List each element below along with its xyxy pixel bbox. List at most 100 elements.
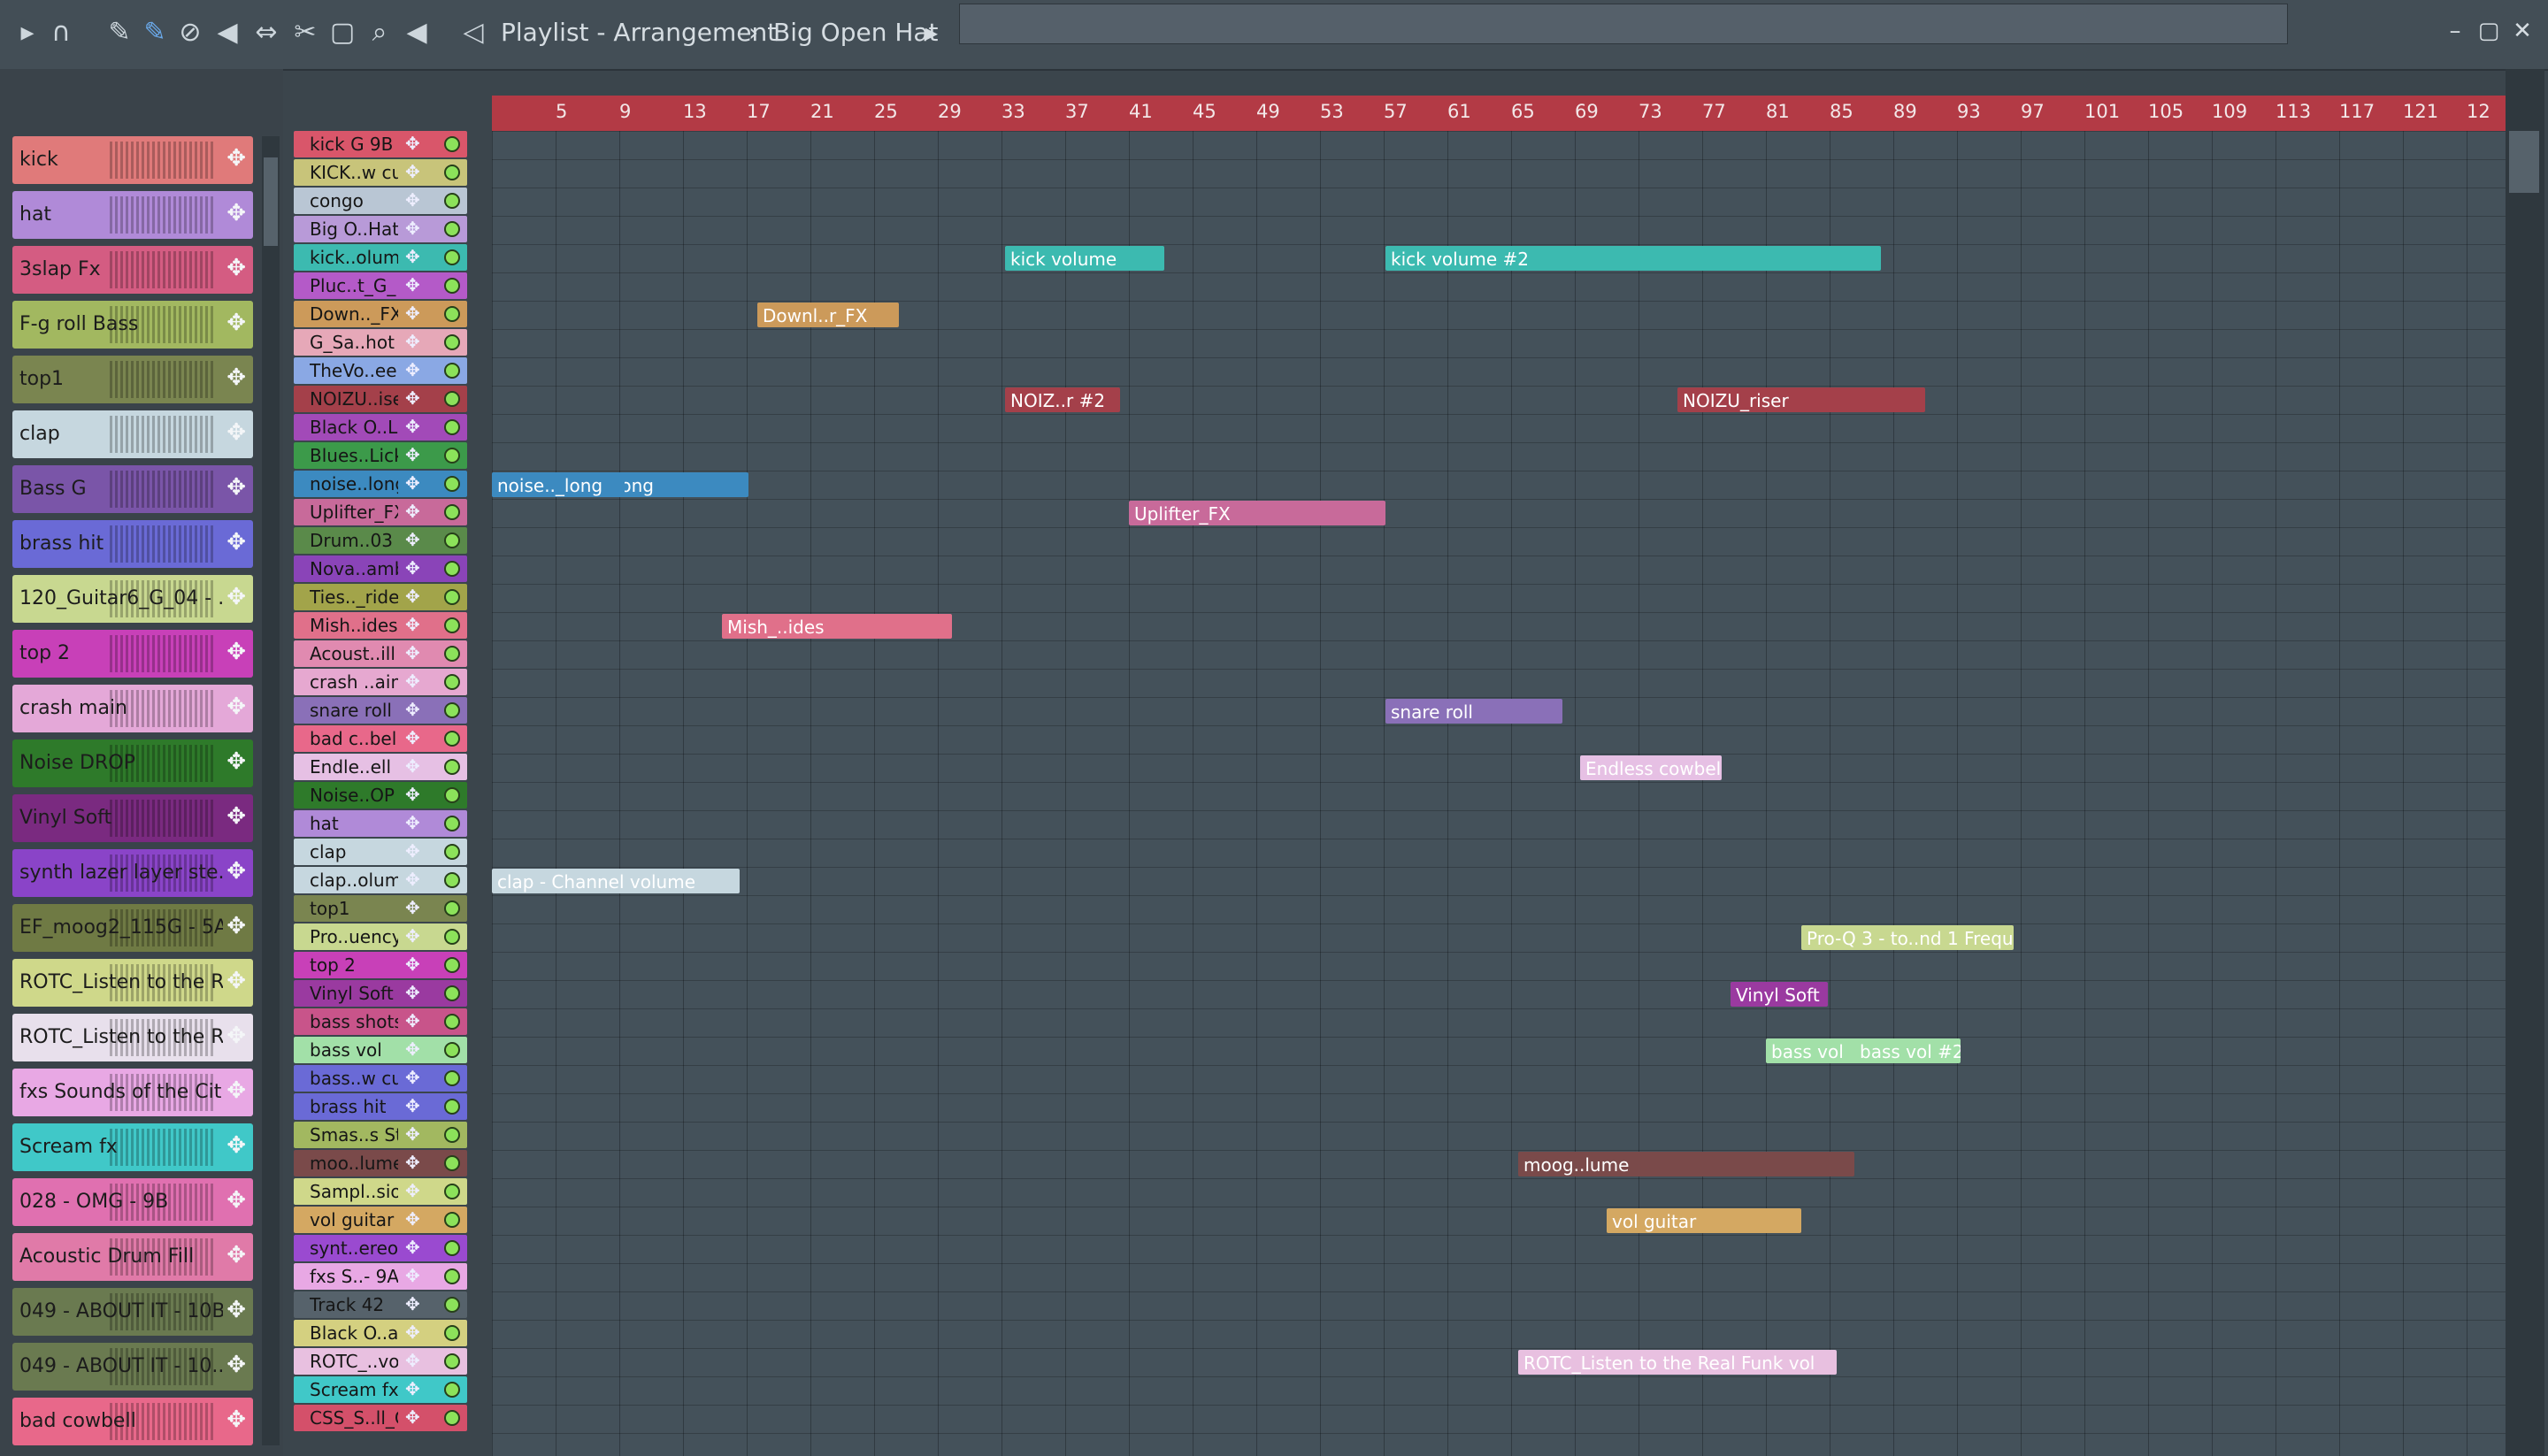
move-icon[interactable]: ✥ <box>405 1293 420 1314</box>
move-icon[interactable]: ✥ <box>405 982 420 1003</box>
mute-led-icon[interactable] <box>444 561 460 577</box>
mute-led-icon[interactable] <box>444 1070 460 1086</box>
track-header[interactable]: Pro..uency ✥ <box>294 923 467 950</box>
pencil-icon[interactable]: ✎ <box>103 16 136 50</box>
magnet-icon[interactable]: ∩ <box>44 16 78 50</box>
move-icon[interactable]: ✥ <box>405 189 420 211</box>
drag-handle-icon[interactable]: ✥ <box>226 419 246 446</box>
pattern-name[interactable]: Big Open Hat <box>773 18 939 47</box>
move-icon[interactable]: ✥ <box>405 161 420 182</box>
track-header[interactable]: Noise..OP ✥ <box>294 782 467 808</box>
speaker-icon[interactable]: ◁ <box>457 16 490 50</box>
drag-handle-icon[interactable]: ✥ <box>226 1132 246 1159</box>
mute-led-icon[interactable] <box>444 844 460 860</box>
drag-handle-icon[interactable]: ✥ <box>226 310 246 336</box>
drag-handle-icon[interactable]: ✥ <box>226 584 246 610</box>
mute-led-icon[interactable] <box>444 985 460 1001</box>
move-icon[interactable]: ✥ <box>405 1123 420 1145</box>
track-header[interactable]: CSS_S..ll_G ✥ <box>294 1405 467 1431</box>
mute-led-icon[interactable] <box>444 533 460 548</box>
track-header[interactable]: Black O..amy ✥ <box>294 1320 467 1346</box>
move-icon[interactable]: ✥ <box>405 444 420 465</box>
mute-led-icon[interactable] <box>444 448 460 464</box>
mute-led-icon[interactable] <box>444 957 460 973</box>
channel-picker-item[interactable]: F-g roll Bass ✥ <box>12 301 253 349</box>
track-header[interactable]: brass hit ✥ <box>294 1093 467 1120</box>
move-icon[interactable]: ✥ <box>405 331 420 352</box>
minimize-icon[interactable]: – <box>2440 16 2470 46</box>
drag-handle-icon[interactable]: ✥ <box>226 1077 246 1104</box>
mute-led-icon[interactable] <box>444 1268 460 1284</box>
channel-picker-item[interactable]: ROTC_Listen to the R... ✥ <box>12 1014 253 1061</box>
channel-picker-item[interactable]: fxs Sounds of the Cit... ✥ <box>12 1069 253 1116</box>
track-header[interactable]: Scream fx ✥ <box>294 1376 467 1403</box>
mute-led-icon[interactable] <box>444 278 460 294</box>
track-header[interactable]: Big O..Hat ✥ <box>294 216 467 242</box>
channel-picker-item[interactable]: 3slap Fx ✥ <box>12 246 253 294</box>
mute-led-icon[interactable] <box>444 1042 460 1058</box>
channel-picker-item[interactable]: 049 - ABOUT IT - 10B ✥ <box>12 1288 253 1336</box>
playlist-clip[interactable]: kick volume <box>1005 246 1164 271</box>
move-icon[interactable]: ✥ <box>405 1180 420 1201</box>
channel-picker-item[interactable]: 049 - ABOUT IT - 10... ✥ <box>12 1343 253 1391</box>
mute-led-icon[interactable] <box>444 504 460 520</box>
move-icon[interactable]: ✥ <box>405 954 420 975</box>
track-header[interactable]: clap..olume ✥ <box>294 867 467 893</box>
move-icon[interactable]: ✥ <box>405 274 420 295</box>
mute-led-icon[interactable] <box>444 731 460 747</box>
channel-picker-item[interactable]: crash main ✥ <box>12 685 253 732</box>
channel-picker-item[interactable]: clap ✥ <box>12 410 253 458</box>
move-icon[interactable]: ✥ <box>405 1406 420 1428</box>
move-icon[interactable]: ✥ <box>405 1208 420 1230</box>
channel-picker-item[interactable]: top 2 ✥ <box>12 630 253 678</box>
playlist-clip[interactable]: vol guitar <box>1607 1208 1801 1233</box>
mute-led-icon[interactable] <box>444 589 460 605</box>
track-header[interactable]: crash ..ain ✥ <box>294 669 467 695</box>
drag-handle-icon[interactable]: ✥ <box>226 968 246 994</box>
track-header[interactable]: bass shots ✥ <box>294 1008 467 1035</box>
playlist-clip[interactable]: Downl..r_FX <box>757 303 899 327</box>
mute-led-icon[interactable] <box>444 1014 460 1030</box>
pattern-arrow-icon[interactable]: ▸ <box>925 18 938 47</box>
move-icon[interactable]: ✥ <box>405 1378 420 1399</box>
mute-led-icon[interactable] <box>444 787 460 803</box>
move-icon[interactable]: ✥ <box>405 1265 420 1286</box>
track-header[interactable]: Drum..03 ✥ <box>294 527 467 554</box>
slice-icon[interactable]: ✂ <box>288 16 322 50</box>
move-icon[interactable]: ✥ <box>405 1010 420 1031</box>
drag-handle-icon[interactable]: ✥ <box>226 1242 246 1268</box>
move-icon[interactable]: ✥ <box>405 557 420 579</box>
playlist-clip[interactable]: noise.._long <box>492 472 625 497</box>
mute-led-icon[interactable] <box>444 1297 460 1313</box>
channel-picker-item[interactable]: EF_moog2_115G - 5A ✥ <box>12 904 253 952</box>
drag-handle-icon[interactable]: ✥ <box>226 200 246 226</box>
track-header[interactable]: clap ✥ <box>294 839 467 865</box>
drag-handle-icon[interactable]: ✥ <box>226 694 246 720</box>
move-icon[interactable]: ✥ <box>405 472 420 494</box>
maximize-icon[interactable]: ▢ <box>2474 16 2504 46</box>
move-icon[interactable]: ✥ <box>405 755 420 777</box>
move-icon[interactable]: ✥ <box>405 671 420 692</box>
move-icon[interactable]: ✥ <box>405 1152 420 1173</box>
track-header[interactable]: Sampl..sions ✥ <box>294 1178 467 1205</box>
move-icon[interactable]: ✥ <box>405 1095 420 1116</box>
move-icon[interactable]: ✥ <box>405 133 420 154</box>
timeline-ruler[interactable]: 5 9 13 17 21 25 29 33 37 41 45 49 53 57 61 65 69 73 77 81 85… <box>492 96 2518 131</box>
track-header[interactable]: Mish..ides ✥ <box>294 612 467 639</box>
track-header[interactable]: bass..w cut ✥ <box>294 1065 467 1092</box>
channel-picker-item[interactable]: kick ✥ <box>12 136 253 184</box>
drag-handle-icon[interactable]: ✥ <box>226 1352 246 1378</box>
playlist-clip[interactable]: snare roll <box>1385 699 1562 724</box>
channel-picker-item[interactable]: Acoustic Drum Fill ✥ <box>12 1233 253 1281</box>
mute-led-icon[interactable] <box>444 816 460 831</box>
mute-led-icon[interactable] <box>444 391 460 407</box>
mute-led-icon[interactable] <box>444 674 460 690</box>
close-icon[interactable]: ✕ <box>2507 16 2537 46</box>
drag-handle-icon[interactable]: ✥ <box>226 1023 246 1049</box>
playlist-clip[interactable]: Pro-Q 3 - to..nd 1 Frequency <box>1801 925 2014 950</box>
playlist-scroll-thumb[interactable] <box>2509 131 2539 193</box>
track-header[interactable]: hat ✥ <box>294 810 467 837</box>
channel-picker-item[interactable]: synth lazer layer ste... ✥ <box>12 849 253 897</box>
playlist-clip[interactable]: bass vol <box>1766 1038 1863 1063</box>
track-header[interactable]: Uplifter_FX ✥ <box>294 499 467 525</box>
